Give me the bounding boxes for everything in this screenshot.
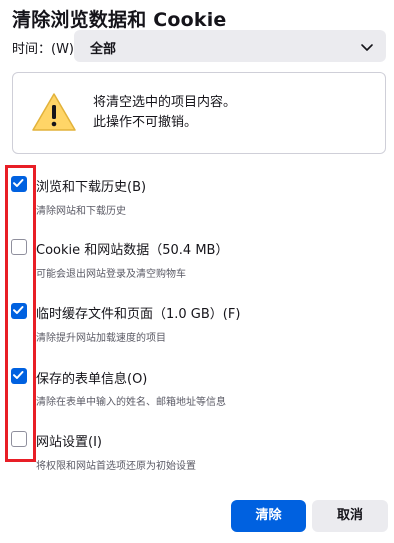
option-label-cookies[interactable]: Cookie 和网站数据（50.4 MB） xyxy=(36,239,228,258)
option-label-site-settings[interactable]: 网站设置(I) xyxy=(36,431,102,450)
warning-line-2: 此操作不可撤销。 xyxy=(93,115,198,130)
option-desc-cache: 清除提升网站加载速度的项目 xyxy=(36,333,166,344)
time-range-select[interactable]: 全部 xyxy=(74,30,386,62)
option-desc-history: 清除网站和下载历史 xyxy=(36,206,126,217)
option-desc-cookies: 可能会退出网站登录及清空购物车 xyxy=(36,269,186,280)
option-label-history[interactable]: 浏览和下载历史(B) xyxy=(36,176,146,195)
option-label-forms[interactable]: 保存的表单信息(O) xyxy=(36,368,147,387)
cancel-button[interactable]: 取消 xyxy=(312,500,388,532)
highlight-box xyxy=(5,165,36,462)
warning-box: 将清空选中的项目内容。 此操作不可撤销。 xyxy=(12,72,386,154)
option-label-cache[interactable]: 临时缓存文件和页面（1.0 GB）(F) xyxy=(36,303,240,322)
warning-icon xyxy=(32,93,76,131)
time-range-label: 时间：(W) xyxy=(12,42,74,57)
clear-button[interactable]: 清除 xyxy=(231,500,306,532)
dialog-title: 清除浏览数据和 Cookie xyxy=(12,9,227,31)
option-desc-forms: 清除在表单中输入的姓名、邮箱地址等信息 xyxy=(36,397,226,408)
time-range-value: 全部 xyxy=(90,42,117,57)
warning-line-1: 将清空选中的项目内容。 xyxy=(93,95,237,110)
option-desc-site-settings: 将权限和网站首选项还原为初始设置 xyxy=(36,461,196,472)
chevron-down-icon xyxy=(361,44,373,51)
